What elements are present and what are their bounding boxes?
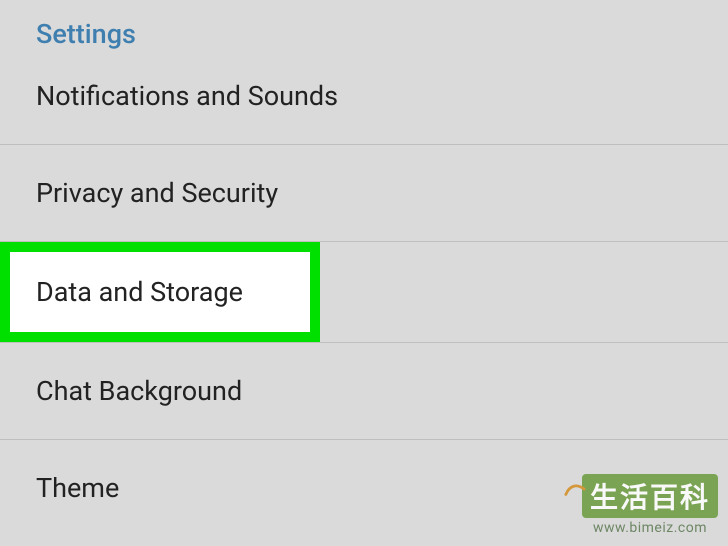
- settings-item-notifications[interactable]: Notifications and Sounds: [0, 64, 728, 144]
- watermark: 生活百科 www.bimeiz.com: [582, 474, 718, 536]
- section-header-label: Settings: [36, 18, 136, 50]
- settings-item-label: Data and Storage: [36, 276, 243, 308]
- settings-item-privacy[interactable]: Privacy and Security: [0, 144, 728, 241]
- settings-item-label: Notifications and Sounds: [36, 80, 338, 112]
- settings-item-label: Privacy and Security: [36, 177, 278, 209]
- settings-item-label: Theme: [36, 472, 119, 504]
- watermark-url: www.bimeiz.com: [582, 520, 718, 536]
- watermark-logo: 生活百科: [582, 474, 718, 518]
- settings-item-chat-background[interactable]: Chat Background: [0, 342, 728, 439]
- swoosh-icon: [564, 478, 586, 500]
- settings-item-label: Chat Background: [36, 375, 242, 407]
- settings-item-data-storage[interactable]: Data and Storage: [0, 241, 728, 342]
- highlight-box: Data and Storage: [0, 242, 320, 342]
- section-header-settings: Settings: [0, 0, 728, 64]
- watermark-chinese-text: 生活百科: [582, 474, 718, 518]
